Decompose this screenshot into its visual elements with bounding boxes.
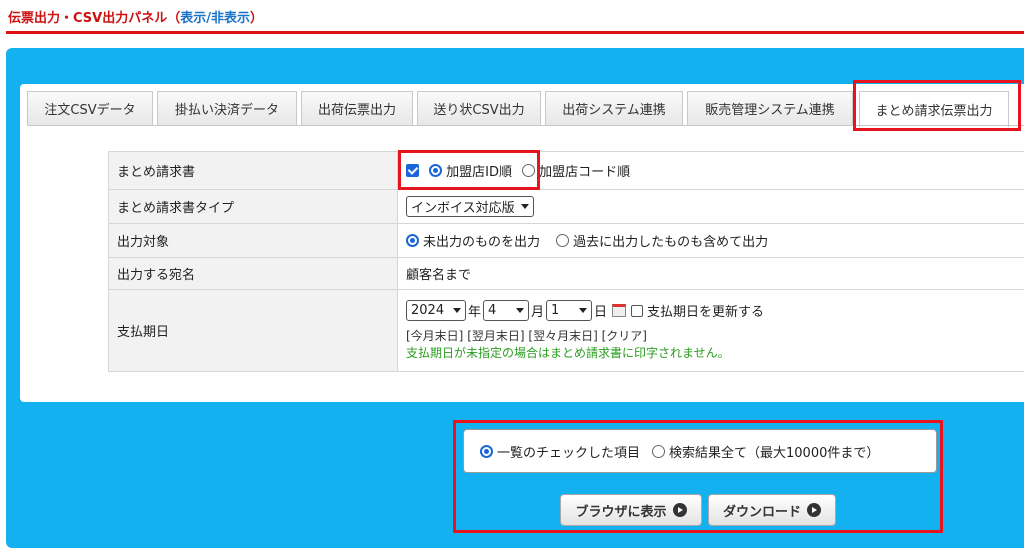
tab-baseline <box>27 125 1024 126</box>
chevron-down-icon <box>453 308 461 313</box>
shortcut-clear[interactable]: [クリア] <box>602 329 647 343</box>
shortcut-month-after[interactable]: [翌々月末日] <box>528 329 597 343</box>
tab-shipping-slip[interactable]: 出荷伝票出力 <box>301 91 413 125</box>
panel-title-text: 伝票出力・CSV出力パネル <box>8 11 168 26</box>
invoice-settings-table: まとめ請求書 加盟店ID順 加盟店コード順 まとめ請求書タイプ インボイス対応版… <box>108 151 1024 372</box>
due-date-shortcuts: [今月末日] [翌月末日] [翌々月末日] [クリア] <box>406 327 1019 344</box>
due-month-value: 4 <box>488 303 497 318</box>
show-in-browser-label: ブラウザに表示 <box>575 504 667 520</box>
download-button[interactable]: ダウンロード <box>708 494 836 526</box>
target-include-past-label: 過去に出力したものも含めて出力 <box>573 234 769 250</box>
invoice-label: まとめ請求書 <box>108 151 398 190</box>
toggle-display-link[interactable]: 表示/非表示 <box>180 11 250 26</box>
tab-waybill-csv[interactable]: 送り状CSV出力 <box>417 91 541 125</box>
shortcut-this-month[interactable]: [今月末日] <box>406 329 463 343</box>
invoice-order-code-radio[interactable] <box>522 163 536 177</box>
row-invoice: まとめ請求書 加盟店ID順 加盟店コード順 <box>108 151 1024 190</box>
due-day-value: 1 <box>551 303 560 318</box>
shortcut-next-month[interactable]: [翌月末日] <box>467 329 524 343</box>
row-recipient: 出力する宛名 顧客名まで <box>108 257 1024 290</box>
target-include-past-radio[interactable] <box>556 233 570 247</box>
tab-consolidated-invoice[interactable]: まとめ請求伝票出力 <box>859 91 1009 127</box>
due-year-select[interactable]: 2024 <box>406 300 466 321</box>
chevron-down-icon <box>579 308 588 313</box>
toggle-paren-open: （ <box>167 11 181 26</box>
panel-title: 伝票出力・CSV出力パネル（表示/非表示） <box>8 7 263 26</box>
tab-shipping-system[interactable]: 出荷システム連携 <box>545 91 683 125</box>
recipient-label: 出力する宛名 <box>108 257 398 290</box>
chevron-down-icon <box>516 308 525 313</box>
row-output-target: 出力対象 未出力のものを出力 過去に出力したものも含めて出力 <box>108 223 1024 258</box>
toggle-paren-close: ） <box>249 11 263 26</box>
output-target-value: 未出力のものを出力 過去に出力したものも含めて出力 <box>397 223 1024 258</box>
title-divider <box>6 31 1024 34</box>
update-due-date-label: 支払期日を更新する <box>647 305 765 320</box>
tab-credit-payment[interactable]: 掛払い決済データ <box>157 91 297 125</box>
update-due-date-checkbox[interactable] <box>631 304 644 317</box>
chevron-down-icon <box>520 204 529 209</box>
scope-all-radio[interactable] <box>652 444 666 458</box>
due-date-note: 支払期日が未指定の場合はまとめ請求書に印字されません。 <box>406 346 730 360</box>
scope-all-label: 検索結果全て（最大10000件まで） <box>669 445 880 461</box>
due-month-select[interactable]: 4 <box>483 300 530 321</box>
row-invoice-type: まとめ請求書タイプ インボイス対応版 <box>108 189 1024 224</box>
due-date-value: 2024 年 4 月 1 日 支払期日を更新する [今月末日] [翌月末日] [… <box>397 289 1024 372</box>
due-date-label: 支払期日 <box>108 289 398 372</box>
invoice-checkbox[interactable] <box>406 163 419 177</box>
invoice-type-label: まとめ請求書タイプ <box>108 189 398 224</box>
target-unprinted-label: 未出力のものを出力 <box>423 234 541 250</box>
invoice-type-value: インボイス対応版 <box>397 189 1024 224</box>
arrow-right-circle-icon <box>807 503 821 517</box>
scope-checked-radio[interactable] <box>480 444 493 458</box>
month-unit: 月 <box>531 305 545 320</box>
day-unit: 日 <box>594 305 608 320</box>
tab-order-csv[interactable]: 注文CSVデータ <box>27 91 153 125</box>
due-year-value: 2024 <box>411 303 445 318</box>
show-in-browser-button[interactable]: ブラウザに表示 <box>560 494 702 526</box>
scope-checked-label: 一覧のチェックした項目 <box>497 445 641 461</box>
invoice-type-select[interactable]: インボイス対応版 <box>406 196 534 217</box>
tab-sales-system[interactable]: 販売管理システム連携 <box>687 91 853 125</box>
target-unprinted-radio[interactable] <box>406 233 419 247</box>
output-target-label: 出力対象 <box>108 223 398 258</box>
invoice-type-selected: インボイス対応版 <box>411 201 515 216</box>
year-unit: 年 <box>468 305 482 320</box>
invoice-order-code-label: 加盟店コード順 <box>539 164 631 180</box>
download-label: ダウンロード <box>722 504 801 520</box>
invoice-value: 加盟店ID順 加盟店コード順 <box>397 151 1024 190</box>
invoice-order-id-radio[interactable] <box>429 163 443 177</box>
recipient-value: 顧客名まで <box>397 257 1024 290</box>
export-scope-box: 一覧のチェックした項目 検索結果全て（最大10000件まで） <box>463 429 937 473</box>
arrow-right-circle-icon <box>672 503 687 517</box>
invoice-order-id-label: 加盟店ID順 <box>446 164 512 180</box>
due-day-select[interactable]: 1 <box>546 300 593 321</box>
calendar-icon[interactable] <box>612 304 627 317</box>
row-due-date: 支払期日 2024 年 4 月 1 日 支払期日を更新する [今月末日] [翌月… <box>108 289 1024 372</box>
